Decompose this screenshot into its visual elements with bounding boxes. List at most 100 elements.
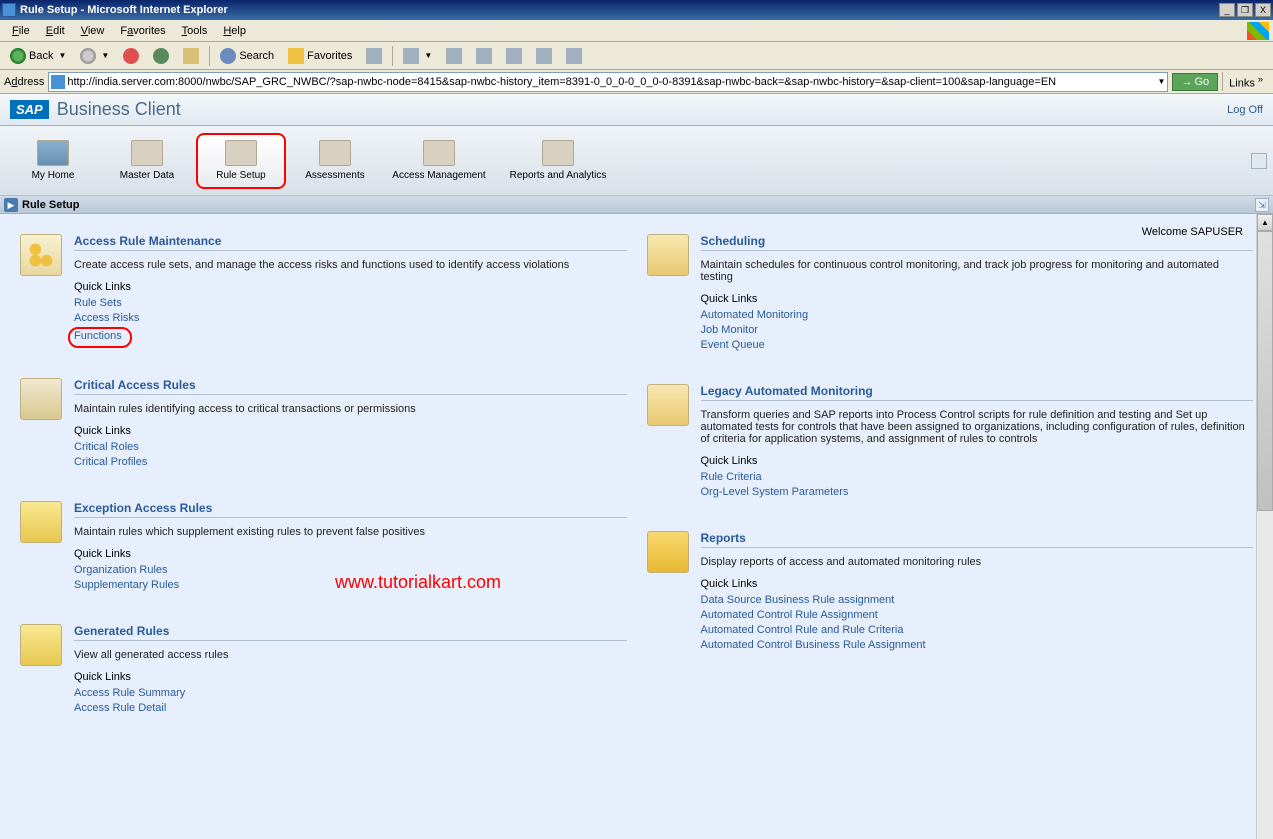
breadcrumb-arrow-icon[interactable]: ▶ (4, 198, 18, 212)
section-icon (20, 501, 62, 543)
quick-links: Data Source Business Rule assignment Auto… (701, 594, 1254, 651)
messenger-button[interactable] (530, 46, 558, 66)
mail-button[interactable]: ▼ (397, 46, 438, 66)
quick-link[interactable]: Automated Control Rule Assignment (701, 609, 1254, 621)
url-input[interactable] (67, 76, 1155, 88)
nav-tabs: My Home Master Data Rule Setup Assessmen… (0, 126, 1273, 196)
home-button[interactable] (177, 46, 205, 66)
navtab-my-home[interactable]: My Home (8, 133, 98, 189)
quick-link[interactable]: Critical Profiles (74, 456, 627, 468)
navtab-master-data[interactable]: Master Data (102, 133, 192, 189)
scroll-thumb[interactable] (1257, 231, 1273, 511)
ms-flag-icon (1247, 22, 1269, 40)
section-title: Critical Access Rules (74, 378, 627, 395)
home-icon (37, 140, 69, 166)
quick-links-label: Quick Links (74, 281, 627, 293)
section: Generated RulesView all generated access… (20, 624, 627, 717)
refresh-icon (153, 48, 169, 64)
breadcrumb-expand-button[interactable]: ⇲ (1255, 198, 1269, 212)
quick-link[interactable]: Org-Level System Parameters (701, 486, 1254, 498)
quick-link[interactable]: Automated Control Rule and Rule Criteria (701, 624, 1254, 636)
forward-button[interactable]: ▼ (74, 46, 115, 66)
url-box[interactable]: ▼ (48, 72, 1168, 92)
history-button[interactable] (360, 46, 388, 66)
section-description: Display reports of access and automated … (701, 556, 1254, 568)
quick-link[interactable]: Rule Criteria (701, 471, 1254, 483)
separator (209, 46, 210, 66)
links-button[interactable]: Links » (1222, 72, 1269, 92)
quick-link[interactable]: Functions (74, 330, 122, 342)
navtab-reports-analytics[interactable]: Reports and Analytics (498, 133, 618, 189)
section: Reports Display reports of access and aut… (647, 531, 1254, 654)
content-area: Welcome SAPUSER www.tutorialkart.com Acc… (0, 214, 1273, 839)
section-title: Legacy Automated Monitoring (701, 384, 1254, 401)
quick-link[interactable]: Rule Sets (74, 297, 627, 309)
sap-title: Business Client (57, 99, 181, 120)
search-button[interactable]: Search (214, 46, 280, 66)
go-button[interactable]: Go (1172, 73, 1218, 91)
section-icon (647, 234, 689, 276)
menu-tools[interactable]: Tools (174, 23, 216, 39)
refresh-button[interactable] (147, 46, 175, 66)
navtab-access-management[interactable]: Access Management (384, 133, 494, 189)
window-titlebar: Rule Setup - Microsoft Internet Explorer… (0, 0, 1273, 20)
address-label: Address (4, 76, 44, 88)
folder-icon (542, 140, 574, 166)
menu-help[interactable]: Help (215, 23, 254, 39)
quick-link[interactable]: Job Monitor (701, 324, 1254, 336)
right-column: SchedulingMaintain schedules for continu… (647, 234, 1254, 747)
quick-link[interactable]: Event Queue (701, 339, 1254, 351)
back-button[interactable]: Back▼ (4, 46, 72, 66)
quick-link[interactable]: Data Source Business Rule assignment (701, 594, 1254, 606)
search-icon (220, 48, 236, 64)
menu-favorites[interactable]: Favorites (112, 23, 173, 39)
discuss-button[interactable] (500, 46, 528, 66)
print-icon (446, 48, 462, 64)
separator (392, 46, 393, 66)
quick-links: Rule Criteria Org-Level System Parameters (701, 471, 1254, 498)
section-icon (647, 384, 689, 426)
chevron-down-icon[interactable]: ▼ (1158, 77, 1166, 86)
scrollbar[interactable]: ▲ (1256, 214, 1273, 839)
section-title: Reports (701, 531, 1254, 548)
quick-link[interactable]: Access Rule Summary (74, 687, 627, 699)
navtab-rule-setup[interactable]: Rule Setup (196, 133, 286, 189)
minimize-button[interactable]: _ (1219, 3, 1235, 17)
quick-link[interactable]: Automated Control Business Rule Assignme… (701, 639, 1254, 651)
stop-button[interactable] (117, 46, 145, 66)
favorites-button[interactable]: Favorites (282, 46, 358, 66)
menu-bar: File Edit View Favorites Tools Help (0, 20, 1273, 42)
section-title: Exception Access Rules (74, 501, 627, 518)
edit-button[interactable] (470, 46, 498, 66)
section-icon (20, 378, 62, 420)
sap-logo: SAP (10, 100, 49, 119)
quick-link[interactable]: Automated Monitoring (701, 309, 1254, 321)
quick-links-label: Quick Links (74, 671, 627, 683)
home-icon (183, 48, 199, 64)
breadcrumb: ▶ Rule Setup ⇲ (0, 196, 1273, 214)
quick-link[interactable]: Critical Roles (74, 441, 627, 453)
breadcrumb-label: Rule Setup (22, 199, 79, 211)
mail-icon (403, 48, 419, 64)
quick-links-label: Quick Links (74, 425, 627, 437)
highlighted-link: Functions (68, 327, 132, 348)
ie-icon (2, 3, 16, 17)
logoff-link[interactable]: Log Off (1227, 104, 1263, 116)
scroll-up-button[interactable]: ▲ (1257, 214, 1273, 231)
quick-link[interactable]: Access Rule Detail (74, 702, 627, 714)
sap-header: SAP Business Client Log Off (0, 94, 1273, 126)
forward-icon (80, 48, 96, 64)
quick-link[interactable]: Access Risks (74, 312, 627, 324)
menu-file[interactable]: File (4, 23, 38, 39)
navtab-assessments[interactable]: Assessments (290, 133, 380, 189)
messenger-icon (536, 48, 552, 64)
menu-view[interactable]: View (73, 23, 113, 39)
nav-right-button[interactable] (1251, 153, 1267, 169)
menu-edit[interactable]: Edit (38, 23, 73, 39)
close-button[interactable]: X (1255, 3, 1271, 17)
section-description: Maintain rules identifying access to cri… (74, 403, 627, 415)
print-button[interactable] (440, 46, 468, 66)
research-button[interactable] (560, 46, 588, 66)
restore-button[interactable]: ❐ (1237, 3, 1253, 17)
history-icon (366, 48, 382, 64)
